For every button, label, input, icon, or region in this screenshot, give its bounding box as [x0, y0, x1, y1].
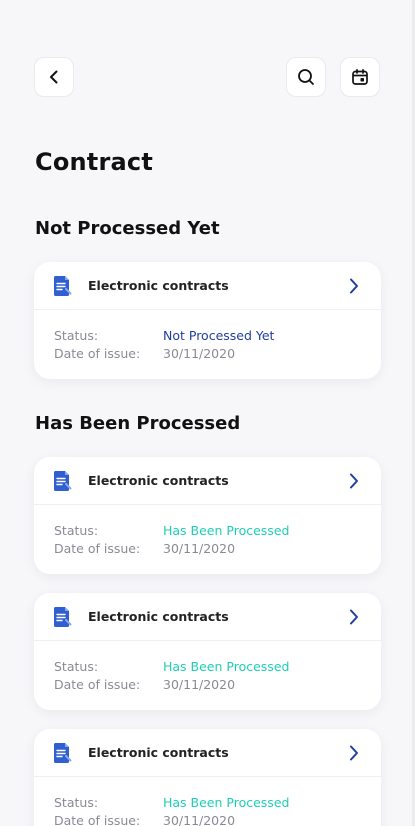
section-title-processed: Has Been Processed	[35, 413, 241, 434]
card-title: Electronic contracts	[88, 278, 229, 293]
chevron-right-icon[interactable]	[346, 471, 362, 491]
date-value: 30/11/2020	[163, 541, 236, 556]
back-button[interactable]	[34, 57, 74, 97]
date-value: 30/11/2020	[163, 813, 236, 826]
status-value: Has Been Processed	[163, 795, 290, 810]
status-value: Not Processed Yet	[163, 328, 275, 343]
status-label: Status:	[54, 795, 99, 810]
date-label: Date of issue:	[54, 813, 141, 826]
status-label: Status:	[54, 523, 99, 538]
page-title: Contract	[35, 148, 153, 176]
chevron-left-icon	[50, 70, 58, 84]
contract-card-header[interactable]: Electronic contracts	[34, 457, 381, 505]
date-value: 30/11/2020	[163, 677, 236, 692]
chevron-right-icon[interactable]	[346, 607, 362, 627]
document-icon	[54, 743, 72, 763]
contract-card-header[interactable]: Electronic contracts	[34, 593, 381, 641]
contract-card: Electronic contracts Status: Has Been Pr…	[34, 729, 381, 826]
date-label: Date of issue:	[54, 346, 141, 361]
section-title-not-processed: Not Processed Yet	[35, 218, 220, 239]
card-title: Electronic contracts	[88, 745, 229, 760]
contract-card-header[interactable]: Electronic contracts	[34, 729, 381, 777]
search-icon	[298, 69, 314, 85]
date-label: Date of issue:	[54, 677, 141, 692]
search-button[interactable]	[286, 57, 326, 97]
date-label: Date of issue:	[54, 541, 141, 556]
chevron-right-icon[interactable]	[346, 276, 362, 296]
contract-card-header[interactable]: Electronic contracts	[34, 262, 381, 310]
status-value: Has Been Processed	[163, 523, 290, 538]
status-value: Has Been Processed	[163, 659, 290, 674]
document-icon	[54, 471, 72, 491]
calendar-icon	[352, 68, 368, 85]
status-label: Status:	[54, 328, 99, 343]
document-icon	[54, 276, 72, 296]
calendar-button[interactable]	[340, 57, 380, 97]
card-title: Electronic contracts	[88, 609, 229, 624]
date-value: 30/11/2020	[163, 346, 236, 361]
document-icon	[54, 607, 72, 627]
chevron-right-icon[interactable]	[346, 743, 362, 763]
card-title: Electronic contracts	[88, 473, 229, 488]
contract-card: Electronic contracts Status: Has Been Pr…	[34, 593, 381, 710]
status-label: Status:	[54, 659, 99, 674]
contract-card: Electronic contracts Status: Has Been Pr…	[34, 457, 381, 574]
contract-card: Electronic contracts Status: Not Process…	[34, 262, 381, 379]
